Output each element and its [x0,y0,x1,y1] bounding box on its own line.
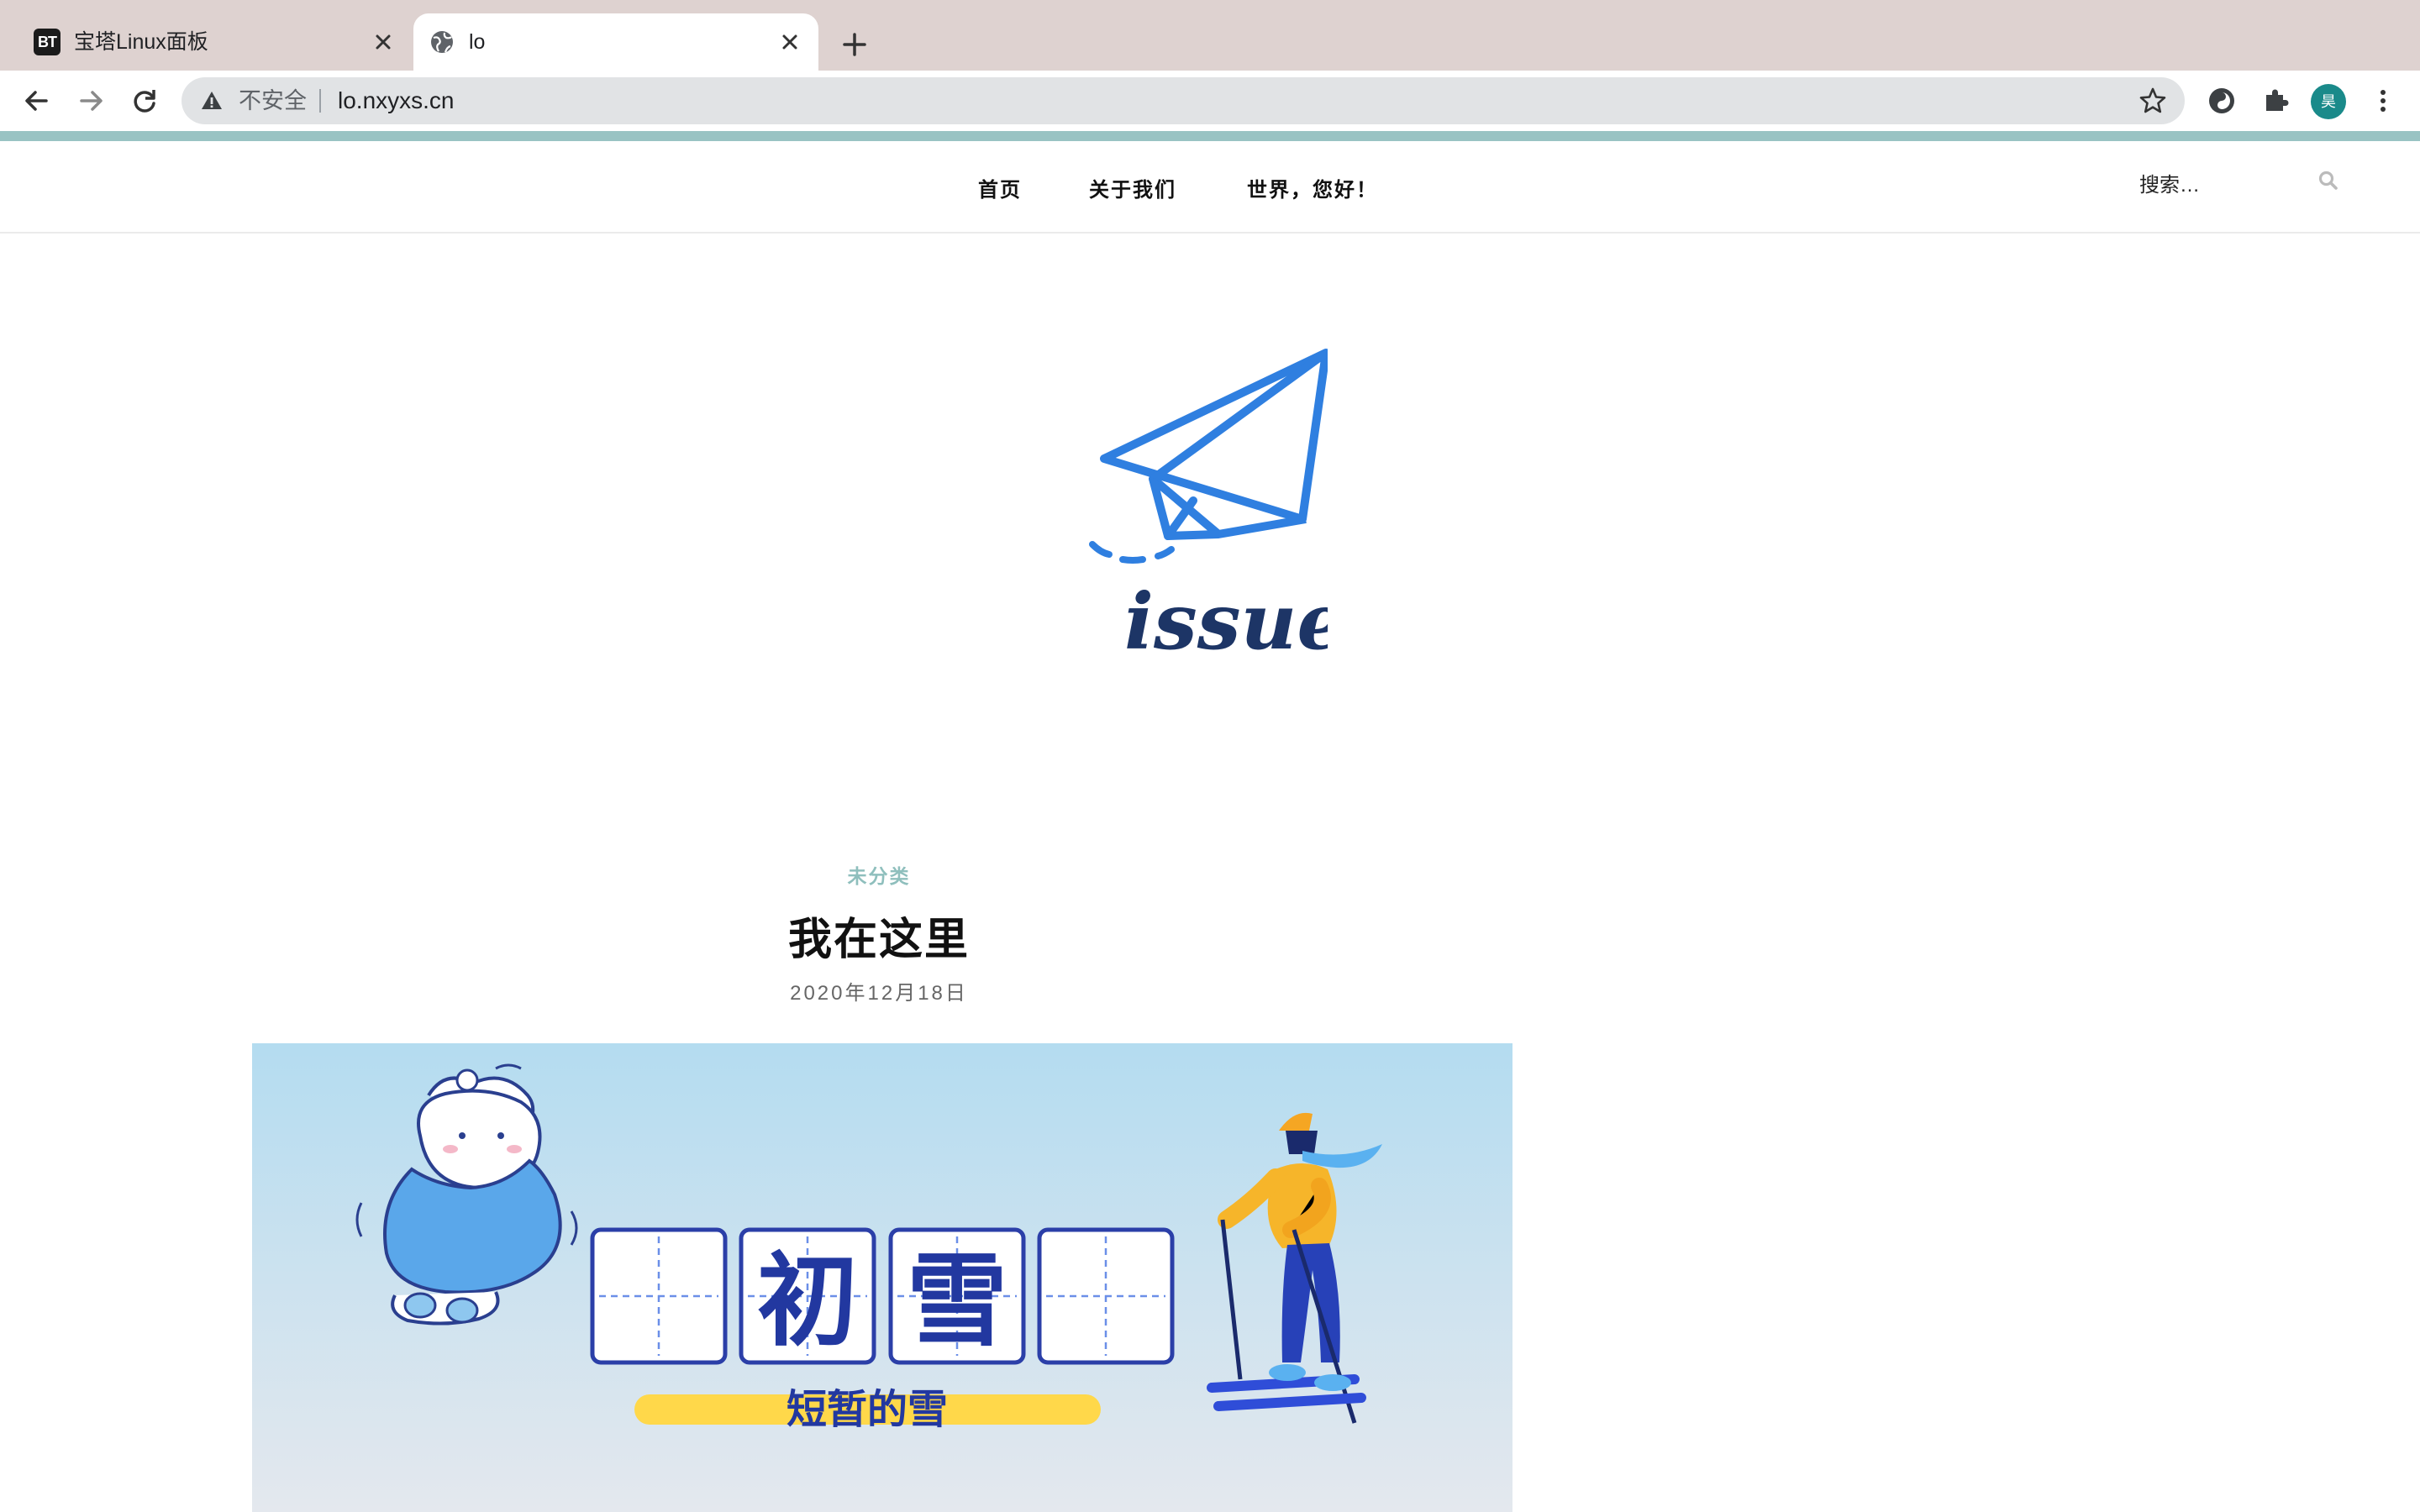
search-input[interactable]: 搜索… [2139,168,2200,197]
url-text[interactable]: lo.nxyxs.cn [338,77,455,124]
post-featured-image[interactable]: 初 雪 短暂的雪 [252,1043,1512,1512]
tab-bt-panel[interactable]: BT 宝塔Linux面板 [18,13,412,71]
tab-strip: BT 宝塔Linux面板 lo [0,0,2420,71]
box-char-1: 初 [757,1243,858,1360]
back-arrow-icon[interactable] [17,81,57,121]
extension-circle-icon[interactable] [2203,82,2240,119]
tab-title: 宝塔Linux面板 [74,30,208,54]
new-tab-plus-icon[interactable] [834,24,876,66]
paper-plane-icon [1089,349,1328,564]
warning-icon[interactable] [200,89,224,113]
reload-icon[interactable] [124,81,165,121]
site-header: 首页 关于我们 世界，您好！ 搜索… [0,141,2420,234]
close-icon[interactable] [771,24,808,60]
banner-text: 短暂的雪 [786,1386,948,1433]
post-category-link[interactable]: 未分类 [0,860,1758,889]
post-date: 2020年12月18日 [790,982,968,1005]
divider [319,89,321,113]
post-title[interactable]: 我在这里 [0,904,1758,967]
bt-favicon-icon: BT [34,29,60,55]
browser-toolbar: 不安全 lo.nxyxs.cn 昊 [0,71,2420,131]
accent-bar [0,131,2420,141]
box-char-2: 雪 [907,1243,1007,1360]
nav-hello-world-link[interactable]: 世界，您好！ [1247,173,1378,202]
tab-title: lo [469,30,486,54]
nav-home-link[interactable]: 首页 [978,173,1022,202]
extensions-puzzle-icon[interactable] [2257,82,2294,119]
site-logo[interactable]: issue [1084,344,1328,664]
address-bar[interactable]: 不安全 lo.nxyxs.cn [182,77,2185,124]
tab-lo[interactable]: lo [413,13,818,71]
profile-avatar[interactable]: 昊 [2311,84,2346,119]
logo-text: issue [1124,576,1328,664]
close-icon[interactable] [365,24,402,60]
more-menu-icon[interactable] [2365,82,2402,119]
security-status[interactable]: 不安全 [239,77,307,124]
nav-about-link[interactable]: 关于我们 [1089,173,1176,202]
search-icon[interactable] [2317,170,2339,192]
bookmark-star-icon[interactable] [2138,86,2168,116]
globe-icon [431,31,453,53]
forward-arrow-icon[interactable] [71,81,111,121]
